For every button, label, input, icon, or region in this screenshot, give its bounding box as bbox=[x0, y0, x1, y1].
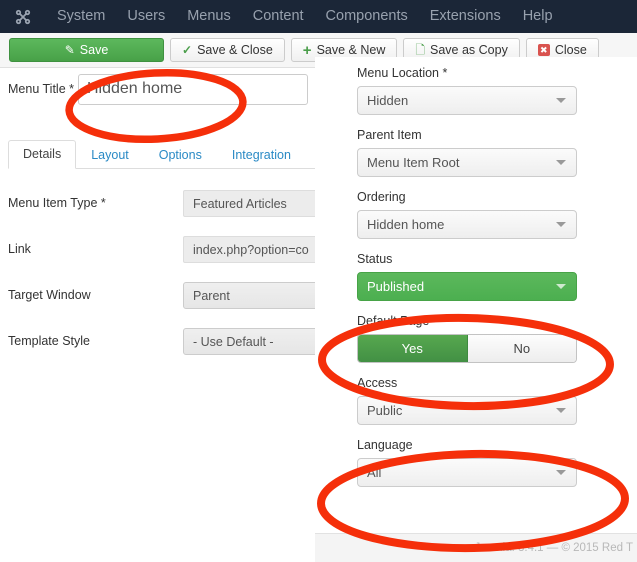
tab-layout[interactable]: Layout bbox=[76, 141, 144, 169]
menu-location-label: Menu Location * bbox=[357, 66, 637, 80]
menu-title-label: Menu Title * bbox=[8, 82, 78, 96]
group-status: Status Published bbox=[357, 252, 637, 301]
chevron-down-icon bbox=[556, 222, 566, 227]
parent-item-value: Menu Item Root bbox=[367, 155, 460, 170]
menu-title-row: Menu Title * bbox=[0, 68, 330, 110]
menu-item-type-label-text: Menu Item Type bbox=[8, 196, 98, 210]
language-select[interactable]: All bbox=[357, 458, 577, 487]
access-label: Access bbox=[357, 376, 637, 390]
status-label-text: Status bbox=[357, 252, 393, 266]
save-and-close-label: Save & Close bbox=[197, 43, 273, 57]
menu-title-label-text: Menu Title bbox=[8, 82, 66, 96]
required-asterisk: * bbox=[442, 66, 448, 80]
chevron-down-icon bbox=[556, 408, 566, 413]
footer-copyright: Joomla! 3.4.1 — © 2015 Red T bbox=[474, 542, 633, 554]
copy-icon: 🗋 bbox=[415, 43, 425, 57]
chevron-down-icon bbox=[556, 98, 566, 103]
close-icon: ✖ bbox=[537, 44, 550, 56]
default-page-label: Default Page bbox=[357, 314, 637, 328]
menu-title-input[interactable] bbox=[78, 73, 308, 105]
status-select[interactable]: Published bbox=[357, 272, 577, 301]
left-field-list: Menu Item Type * Featured Articles Link … bbox=[0, 180, 330, 364]
row-link: Link index.php?option=co bbox=[0, 226, 330, 272]
tab-details[interactable]: Details bbox=[8, 140, 77, 169]
nav-item-help[interactable]: Help bbox=[512, 0, 564, 33]
joomla-logo-icon[interactable] bbox=[0, 0, 46, 33]
target-window-label: Target Window bbox=[8, 288, 183, 302]
details-tabstrip: Details Layout Options Integration bbox=[8, 138, 330, 169]
required-asterisk: * bbox=[100, 196, 106, 210]
access-value: Public bbox=[367, 403, 403, 418]
required-asterisk: * bbox=[69, 82, 75, 96]
close-button-label: Close bbox=[554, 43, 587, 57]
link-label: Link bbox=[8, 242, 183, 256]
save-button[interactable]: ✎ Save bbox=[9, 38, 164, 62]
nav-item-extensions[interactable]: Extensions bbox=[419, 0, 512, 33]
page-footer: Joomla! 3.4.1 — © 2015 Red T bbox=[315, 533, 637, 562]
row-target-window: Target Window Parent bbox=[0, 272, 330, 318]
menu-location-label-text: Menu Location bbox=[357, 66, 440, 80]
group-ordering: Ordering Hidden home bbox=[357, 190, 637, 239]
save-button-label: Save bbox=[79, 43, 109, 57]
nav-item-users[interactable]: Users bbox=[116, 0, 176, 33]
ordering-select[interactable]: Hidden home bbox=[357, 210, 577, 239]
link-value[interactable]: index.php?option=co bbox=[183, 235, 328, 263]
group-parent-item: Parent Item Menu Item Root bbox=[357, 128, 637, 177]
template-style-select[interactable]: - Use Default - bbox=[183, 327, 328, 355]
menu-item-type-value[interactable]: Featured Articles bbox=[183, 189, 328, 217]
default-page-yes-button[interactable]: Yes bbox=[358, 335, 468, 362]
access-label-text: Access bbox=[357, 376, 398, 390]
template-style-label-text: Template Style bbox=[8, 334, 90, 348]
parent-item-select[interactable]: Menu Item Root bbox=[357, 148, 577, 177]
default-page-label-text: Default Page bbox=[357, 314, 430, 328]
nav-item-system[interactable]: System bbox=[46, 0, 116, 33]
target-window-select[interactable]: Parent bbox=[183, 281, 328, 309]
ordering-value: Hidden home bbox=[367, 217, 445, 232]
nav-item-menus[interactable]: Menus bbox=[176, 0, 242, 33]
group-default-page: Default Page Yes No bbox=[357, 314, 637, 363]
save-as-copy-label: Save as Copy bbox=[430, 43, 508, 57]
language-label: Language bbox=[357, 438, 637, 452]
nav-item-components[interactable]: Components bbox=[315, 0, 419, 33]
default-page-toggle[interactable]: Yes No bbox=[357, 334, 577, 363]
chevron-down-icon bbox=[556, 284, 566, 289]
check-icon: ✓ bbox=[182, 43, 193, 57]
group-menu-location: Menu Location * Hidden bbox=[357, 66, 637, 115]
top-navbar: System Users Menus Content Components Ex… bbox=[0, 0, 637, 33]
save-and-new-label: Save & New bbox=[316, 43, 386, 57]
save-and-close-button[interactable]: ✓ Save & Close bbox=[170, 38, 285, 62]
edit-icon: ✎ bbox=[64, 43, 75, 57]
default-page-no-button[interactable]: No bbox=[467, 335, 576, 362]
row-menu-item-type: Menu Item Type * Featured Articles bbox=[0, 180, 330, 226]
menu-location-value: Hidden bbox=[367, 93, 409, 108]
ordering-label-text: Ordering bbox=[357, 190, 406, 204]
language-label-text: Language bbox=[357, 438, 413, 452]
plus-icon: + bbox=[302, 41, 312, 59]
right-sidebar-pane: Menu Location * Hidden Parent Item Menu … bbox=[315, 57, 637, 562]
parent-item-label: Parent Item bbox=[357, 128, 637, 142]
right-field-list: Menu Location * Hidden Parent Item Menu … bbox=[315, 57, 637, 487]
row-template-style: Template Style - Use Default - bbox=[0, 318, 330, 364]
parent-item-label-text: Parent Item bbox=[357, 128, 422, 142]
menu-location-select[interactable]: Hidden bbox=[357, 86, 577, 115]
language-value: All bbox=[367, 465, 382, 480]
chevron-down-icon bbox=[556, 160, 566, 165]
chevron-down-icon bbox=[556, 470, 566, 475]
left-form-pane: Menu Title * Details Layout Options Inte… bbox=[0, 68, 330, 562]
group-access: Access Public bbox=[357, 376, 637, 425]
link-label-text: Link bbox=[8, 242, 31, 256]
nav-item-content[interactable]: Content bbox=[242, 0, 315, 33]
group-language: Language All bbox=[357, 438, 637, 487]
access-select[interactable]: Public bbox=[357, 396, 577, 425]
target-window-label-text: Target Window bbox=[8, 288, 91, 302]
status-label: Status bbox=[357, 252, 637, 266]
tab-integration[interactable]: Integration bbox=[217, 141, 306, 169]
tab-options[interactable]: Options bbox=[144, 141, 217, 169]
status-value: Published bbox=[367, 279, 425, 294]
ordering-label: Ordering bbox=[357, 190, 637, 204]
template-style-label: Template Style bbox=[8, 334, 183, 348]
menu-item-type-label: Menu Item Type * bbox=[8, 196, 183, 210]
